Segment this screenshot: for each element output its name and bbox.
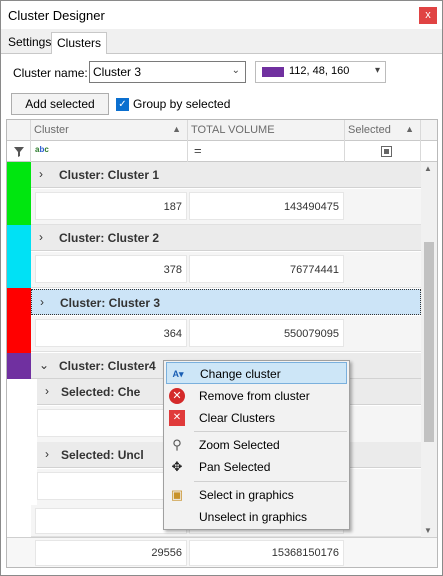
subgroup-name: Selected: Uncl (61, 448, 144, 462)
context-menu: A▾ Change cluster ✕ Remove from cluster … (163, 360, 350, 530)
summary-volume: 550079095 (189, 319, 344, 347)
header-corner (7, 120, 31, 141)
cluster-color-bar (7, 288, 31, 353)
summary-cell (37, 472, 183, 500)
cluster-name-label: Cluster name: (13, 66, 88, 80)
group-by-selected-checkbox[interactable]: ✓ (116, 98, 129, 111)
scroll-down-icon[interactable]: ▼ (424, 526, 432, 535)
summary-cell (37, 409, 183, 437)
chevron-right-icon[interactable]: › (39, 230, 43, 244)
color-value: 112, 48, 160 (289, 65, 350, 77)
window-title: Cluster Designer (8, 8, 105, 23)
vertical-scrollbar[interactable]: ▲ ▼ (421, 162, 437, 537)
menu-item-label: Select in graphics (199, 488, 294, 502)
menu-separator (194, 431, 347, 432)
selected-filter-cell[interactable] (345, 141, 421, 162)
tab-settings[interactable]: Settings (3, 32, 56, 54)
column-label: Cluster (34, 124, 69, 136)
color-combo[interactable]: 112, 48, 160 ▾ (255, 61, 386, 83)
group-name: Cluster: Cluster 3 (60, 296, 161, 310)
column-header-cluster[interactable]: Cluster ▲ (31, 120, 188, 141)
summary-count: 187 (35, 192, 187, 220)
menu-item-zoom-selected[interactable]: ⚲ Zoom Selected (166, 434, 347, 456)
group-row-selected[interactable]: › Cluster: Cluster 3 (31, 289, 421, 315)
text-filter-cell[interactable]: abc (31, 141, 188, 162)
menu-item-change-cluster[interactable]: A▾ Change cluster (166, 362, 347, 384)
group-name: Cluster: Cluster 1 (59, 168, 160, 182)
scrollbar-thumb[interactable] (424, 242, 434, 442)
group-name: Cluster: Cluster 2 (59, 231, 160, 245)
menu-item-pan-selected[interactable]: ✥ Pan Selected (166, 456, 347, 478)
tab-clusters[interactable]: Clusters (51, 32, 108, 55)
summary-volume: 76774441 (189, 255, 344, 283)
menu-separator (194, 481, 347, 482)
chevron-right-icon[interactable]: › (39, 167, 43, 181)
menu-item-unselect-in-graphics[interactable]: Unselect in graphics (166, 506, 347, 528)
menu-item-label: Clear Clusters (199, 411, 276, 425)
chevron-down-icon: ⌄ (231, 65, 240, 76)
grid-footer: 29556 15368150176 (7, 537, 437, 567)
chevron-down-icon[interactable]: ⌄ (39, 358, 49, 372)
select-graphics-icon: ▣ (170, 487, 184, 502)
filter-row: abc = (7, 141, 437, 162)
footer-count: 29556 (35, 540, 187, 566)
chevron-right-icon[interactable]: › (45, 447, 49, 461)
remove-icon: ✕ (169, 388, 185, 404)
filter-icon[interactable] (7, 141, 31, 162)
menu-item-label: Pan Selected (199, 460, 271, 474)
scroll-up-icon[interactable]: ▲ (424, 164, 432, 173)
text-filter-icon: abc (35, 145, 49, 154)
group-summary-row: 187 143490475 (31, 189, 421, 225)
close-button[interactable]: x (419, 7, 437, 24)
cluster-color-bar (7, 162, 31, 225)
zoom-icon: ⚲ (172, 437, 182, 452)
checkbox-filter-icon (381, 146, 392, 157)
chevron-right-icon[interactable]: › (45, 384, 49, 398)
subgroup-name: Selected: Che (61, 385, 141, 399)
menu-item-label: Unselect in graphics (199, 510, 308, 524)
column-label: TOTAL VOLUME (191, 124, 275, 136)
add-selected-button[interactable]: Add selected (11, 93, 109, 115)
column-header-total-volume[interactable]: TOTAL VOLUME (188, 120, 345, 141)
volume-filter-cell[interactable]: = (188, 141, 345, 162)
group-summary-row: 378 76774441 (31, 252, 421, 288)
menu-item-select-in-graphics[interactable]: ▣ Select in graphics (166, 484, 347, 506)
group-summary-row: 364 550079095 (31, 316, 421, 352)
group-row[interactable]: › Cluster: Cluster 1 (31, 162, 421, 188)
menu-item-remove-from-cluster[interactable]: ✕ Remove from cluster (166, 385, 347, 407)
group-name: Cluster: Cluster4 (59, 359, 156, 373)
pan-icon: ✥ (171, 459, 183, 474)
chevron-right-icon[interactable]: › (40, 295, 44, 309)
menu-item-label: Change cluster (200, 367, 281, 381)
change-cluster-icon: A▾ (172, 369, 184, 379)
group-by-selected-label: Group by selected (133, 97, 231, 111)
menu-item-label: Zoom Selected (199, 438, 280, 452)
column-label: Selected (348, 124, 391, 136)
menu-item-label: Remove from cluster (199, 389, 310, 403)
clear-icon: ✕ (169, 410, 185, 426)
cluster-name-combo[interactable]: Cluster 3 ⌄ (89, 61, 246, 83)
cluster-color-bar (7, 225, 31, 288)
summary-volume: 143490475 (189, 192, 344, 220)
grid-header: Cluster ▲ TOTAL VOLUME Selected ▲ (7, 120, 437, 141)
menu-item-clear-clusters[interactable]: ✕ Clear Clusters (166, 407, 347, 429)
tab-bar: Settings Clusters (1, 29, 442, 55)
footer-volume: 15368150176 (189, 540, 344, 566)
sort-icon: ▲ (172, 124, 181, 134)
summary-count: 364 (35, 319, 187, 347)
chevron-down-icon: ▾ (374, 65, 380, 76)
column-header-selected[interactable]: Selected ▲ (345, 120, 421, 141)
equals-filter-icon: = (194, 143, 202, 158)
group-row[interactable]: › Cluster: Cluster 2 (31, 225, 421, 251)
cluster-name-value: Cluster 3 (93, 65, 142, 79)
color-swatch (262, 67, 284, 77)
summary-count: 378 (35, 255, 187, 283)
cluster-color-bar (7, 353, 31, 379)
sort-icon: ▲ (405, 124, 414, 134)
unselect-graphics-icon (169, 509, 185, 525)
title-bar: Cluster Designer x (1, 1, 442, 29)
cluster-designer-window: Cluster Designer x Settings Clusters Clu… (0, 0, 443, 576)
